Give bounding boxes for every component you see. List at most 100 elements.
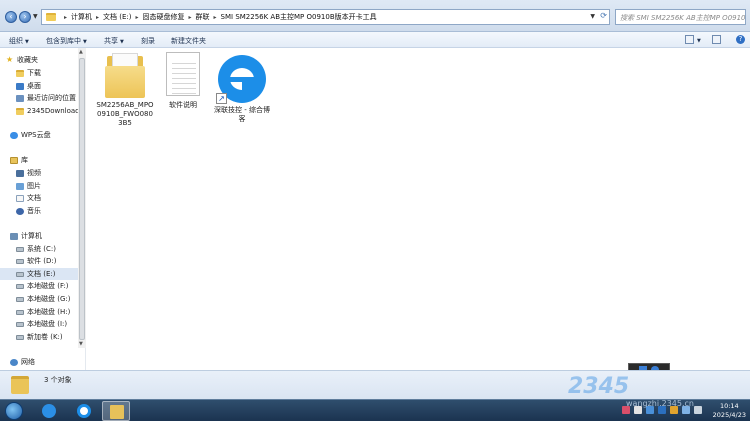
network-icon xyxy=(10,358,18,366)
document-icon xyxy=(16,194,24,202)
folder-icon xyxy=(46,13,56,21)
chevron-down-icon[interactable]: ▼ xyxy=(697,38,701,44)
chevron-right-icon[interactable]: ▸ xyxy=(64,14,67,21)
breadcrumb-ssd-repair[interactable]: 固态硬盘修复 xyxy=(143,12,185,22)
search-input[interactable]: 搜索 SMI SM2256K AB主控MP O0910B... xyxy=(615,9,746,25)
forward-button[interactable]: › xyxy=(19,11,31,23)
nav-2345downloads-label: 2345Downloads xyxy=(27,107,84,115)
scroll-up-icon[interactable]: ▲ xyxy=(79,49,83,55)
chevron-down-icon: ▼ xyxy=(120,39,124,45)
chevron-right-icon[interactable]: ▸ xyxy=(214,14,217,21)
folder-icon xyxy=(16,107,24,115)
start-button[interactable] xyxy=(5,402,23,420)
sidebar-scrollbar[interactable]: ▲ ▼ xyxy=(78,48,86,348)
volume-icon[interactable] xyxy=(694,406,702,414)
chevron-right-icon[interactable]: ▸ xyxy=(96,14,99,21)
nav-drive-f-label: 本地磁盘 (F:) xyxy=(27,282,69,290)
tray-app-icon[interactable] xyxy=(634,406,642,414)
breadcrumb-current-folder[interactable]: SMI SM2256K AB主控MP O0910B版本开卡工具 xyxy=(221,12,377,22)
video-icon xyxy=(16,169,24,177)
nav-wps-cloud[interactable]: WPS云盘 xyxy=(10,129,88,141)
taskbar-edge[interactable] xyxy=(70,401,98,421)
star-icon: ★ xyxy=(6,55,14,64)
taskbar-clock[interactable]: 10:14 2025/4/23 xyxy=(713,402,746,420)
scroll-down-icon[interactable]: ▼ xyxy=(79,341,83,347)
nav-documents-label: 文档 xyxy=(27,194,41,202)
drive-icon xyxy=(16,334,24,340)
file-name: 深联技控 - 综合博客 xyxy=(214,106,270,123)
back-button[interactable]: ‹ xyxy=(5,11,17,23)
browser-icon xyxy=(77,404,91,418)
ie-icon xyxy=(42,404,56,418)
nav-pictures-label: 图片 xyxy=(27,182,41,190)
refresh-icon[interactable]: ⟳ xyxy=(600,11,607,20)
nav-network[interactable]: 网络 xyxy=(10,356,88,368)
network-tray-icon[interactable] xyxy=(682,406,690,414)
nav-music-label: 音乐 xyxy=(27,207,41,215)
new-folder-button[interactable]: 新建文件夹 xyxy=(171,36,206,46)
cloud-icon xyxy=(10,131,18,139)
nav-libraries[interactable]: 库 xyxy=(10,154,88,166)
help-icon[interactable]: ? xyxy=(736,35,745,44)
chevron-right-icon[interactable]: ▸ xyxy=(189,14,192,21)
folder-icon xyxy=(11,376,29,394)
nav-videos-label: 视频 xyxy=(27,169,41,177)
burn-button[interactable]: 刻录 xyxy=(141,36,155,46)
scrollbar-thumb[interactable] xyxy=(79,58,85,340)
taskbar-explorer[interactable] xyxy=(102,401,130,421)
chevron-down-icon[interactable]: ▼ xyxy=(590,13,595,20)
taskbar-ie[interactable] xyxy=(35,401,63,421)
downloads-icon xyxy=(16,69,24,77)
nav-favorites-label: 收藏夹 xyxy=(17,56,38,64)
library-icon xyxy=(10,156,18,164)
address-bar-area: ‹ › ▼ ▸ 计算机 ▸ 文档 (E:) ▸ 固态硬盘修复 ▸ 群联 ▸ SM… xyxy=(0,0,750,32)
nav-drive-h-label: 本地磁盘 (H:) xyxy=(27,308,71,316)
nav-drive-k-label: 新加卷 (K:) xyxy=(27,333,63,341)
tray-app-icon[interactable] xyxy=(670,406,678,414)
drive-icon xyxy=(16,309,24,315)
organize-menu[interactable]: 组织 ▼ xyxy=(9,36,29,46)
status-bar: 3 个对象 xyxy=(0,370,750,399)
recent-pages-dropdown[interactable]: ▼ xyxy=(33,13,38,20)
nav-drive-g-label: 本地磁盘 (G:) xyxy=(27,295,71,303)
nav-favorites[interactable]: ★ 收藏夹 xyxy=(6,54,84,66)
shortcut-arrow-icon: ↗ xyxy=(216,93,227,104)
nav-recent-label: 最近访问的位置 xyxy=(27,94,76,102)
nav-drive-e-label: 文档 (E:) xyxy=(27,270,56,278)
chevron-down-icon: ▼ xyxy=(25,39,29,45)
tray-app-icon[interactable] xyxy=(658,406,666,414)
change-view-icon[interactable] xyxy=(685,35,694,44)
tray-app-icon[interactable] xyxy=(646,406,654,414)
nav-wps-label: WPS云盘 xyxy=(21,131,51,139)
drive-icon xyxy=(16,246,24,252)
breadcrumb-drive-e[interactable]: 文档 (E:) xyxy=(103,12,131,22)
chevron-down-icon: ▼ xyxy=(83,39,87,45)
file-item-folder[interactable]: SM2256AB_MPO0910B_FWO0803B5 xyxy=(95,52,155,128)
file-item-readme[interactable]: 软件说明 xyxy=(153,52,213,110)
nav-drive-d-label: 软件 (D:) xyxy=(27,257,57,265)
file-item-shortcut[interactable]: ↗ 深联技控 - 综合博客 xyxy=(212,55,272,124)
nav-drive-e[interactable]: 文档 (E:) xyxy=(0,268,78,280)
folder-icon xyxy=(105,52,145,98)
nav-network-label: 网络 xyxy=(21,358,35,366)
file-name: SM2256AB_MPO0910B_FWO0803B5 xyxy=(96,101,154,127)
text-document-icon xyxy=(166,52,200,96)
system-tray xyxy=(622,406,702,416)
chevron-right-icon[interactable]: ▸ xyxy=(136,14,139,21)
nav-drive-i-label: 本地磁盘 (I:) xyxy=(27,320,68,328)
item-count: 3 个对象 xyxy=(44,376,72,384)
share-menu[interactable]: 共享 ▼ xyxy=(104,36,124,46)
nav-computer[interactable]: 计算机 xyxy=(10,230,88,242)
nav-downloads-label: 下载 xyxy=(27,69,41,77)
breadcrumb[interactable]: ▸ 计算机 ▸ 文档 (E:) ▸ 固态硬盘修复 ▸ 群联 ▸ SMI SM22… xyxy=(41,9,610,25)
breadcrumb-phison[interactable]: 群联 xyxy=(196,12,210,22)
share-label: 共享 xyxy=(104,37,118,45)
include-in-library-menu[interactable]: 包含到库中 ▼ xyxy=(46,36,87,46)
preview-pane-icon[interactable] xyxy=(712,35,721,44)
breadcrumb-computer[interactable]: 计算机 xyxy=(71,12,92,22)
drive-icon xyxy=(16,271,24,277)
recent-places-icon xyxy=(16,94,24,102)
tray-app-icon[interactable] xyxy=(622,406,630,414)
nav-drive-c-label: 系统 (C:) xyxy=(27,245,56,253)
taskbar: 10:14 2025/4/23 xyxy=(0,399,750,421)
